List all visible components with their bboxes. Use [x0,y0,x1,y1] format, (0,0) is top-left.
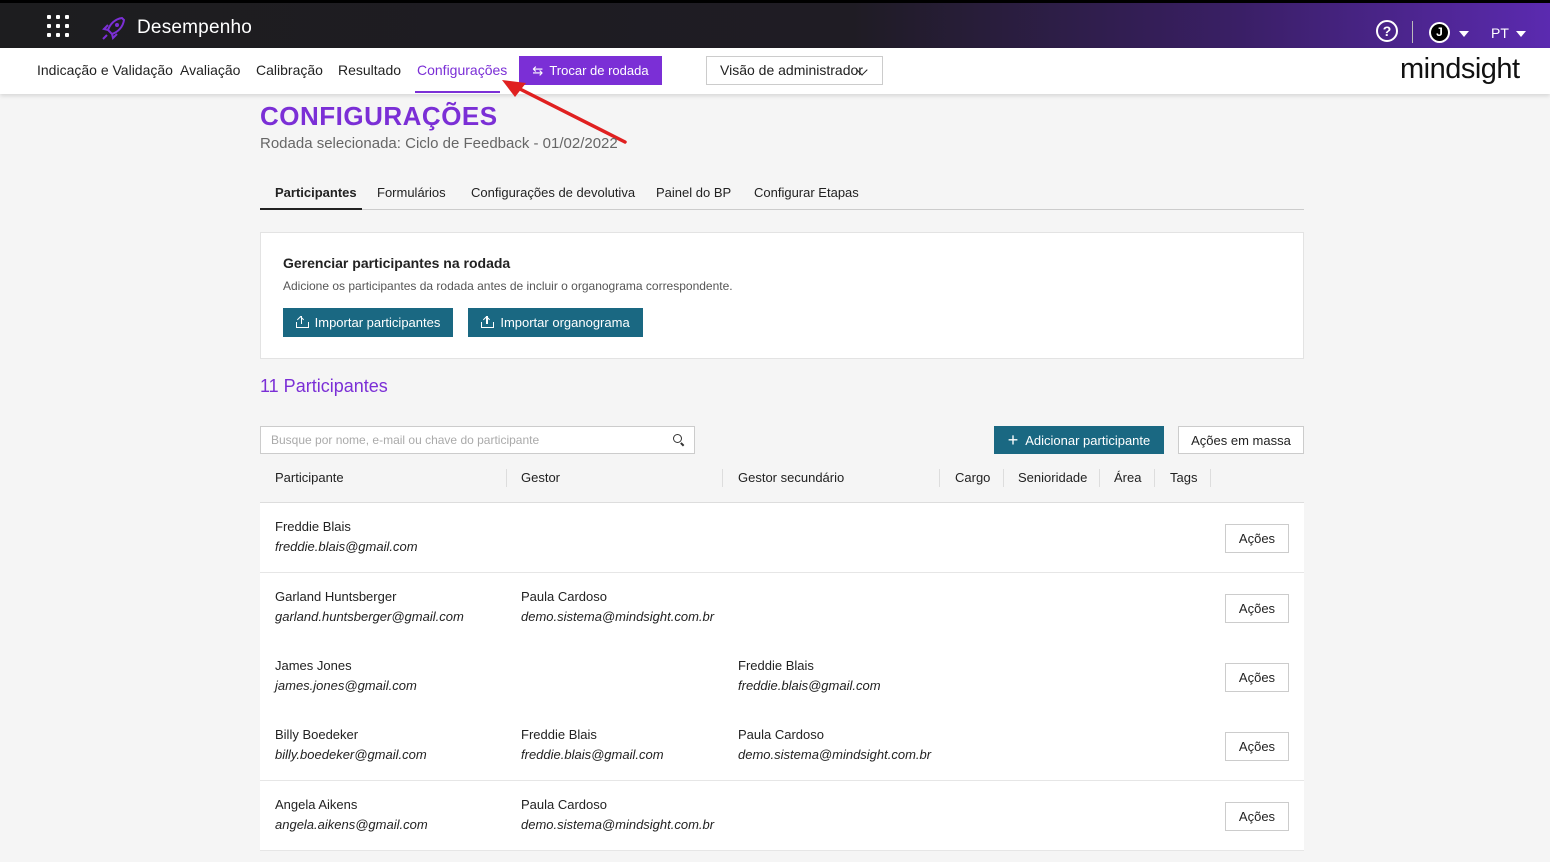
apps-grid-icon[interactable] [47,15,69,37]
participant-email: billy.boedeker@gmail.com [275,747,427,762]
column-divider [722,469,723,487]
secondary-manager-name: Freddie Blais [738,658,814,673]
row-actions-button[interactable]: Ações [1225,663,1289,692]
manager-name: Paula Cardoso [521,589,607,604]
nav-item-avaliacao[interactable]: Avaliação [180,62,240,78]
manage-participants-card: Gerenciar participantes na rodada Adicio… [260,232,1304,359]
manager-email: freddie.blais@gmail.com [521,747,664,762]
secondary-manager-email: demo.sistema@mindsight.com.br [738,747,932,762]
column-divider [1210,469,1211,487]
column-divider [1099,469,1100,487]
tab-active-indicator [260,208,362,210]
secondary-manager-email: freddie.blais@gmail.com [738,678,881,693]
column-senioridade[interactable]: Senioridade [1018,470,1087,485]
import-org-chart-button[interactable]: Importar organograma [468,308,643,337]
participant-email: angela.aikens@gmail.com [275,817,428,832]
language-selector[interactable]: PT [1491,25,1509,41]
column-participante[interactable]: Participante [275,470,344,485]
nav-active-indicator [415,91,500,93]
settings-tabs: Participantes Formulários Configurações … [260,176,1304,210]
table-row: Angela Aikens angela.aikens@gmail.com Pa… [260,781,1304,851]
tab-painel-bp[interactable]: Painel do BP [656,185,731,200]
row-actions-button[interactable]: Ações [1225,732,1289,761]
view-select[interactable]: Visão de administrador [706,56,883,85]
table-header: Participante Gestor Gestor secundário Ca… [260,462,1304,503]
participant-email: freddie.blais@gmail.com [275,539,418,554]
tab-formularios[interactable]: Formulários [377,185,446,200]
nav-item-indicacao[interactable]: Indicação e Validação [37,62,173,78]
search-input[interactable] [260,426,695,454]
participant-name: James Jones [275,658,352,673]
divider [1412,21,1413,43]
secondary-manager-name: Paula Cardoso [738,727,824,742]
row-actions-button[interactable]: Ações [1225,594,1289,623]
participant-name: Freddie Blais [275,519,351,534]
app-title: Desempenho [137,17,253,38]
manager-email: demo.sistema@mindsight.com.br [521,609,715,624]
participant-email: garland.huntsberger@gmail.com [275,609,464,624]
column-cargo[interactable]: Cargo [955,470,990,485]
table-row: Garland Huntsberger garland.huntsberger@… [260,573,1304,643]
column-divider [939,469,940,487]
main-nav: Indicação e Validação Avaliação Calibraç… [0,48,1550,94]
tab-etapas[interactable]: Configurar Etapas [754,185,859,200]
nav-item-configuracoes[interactable]: Configurações [417,62,507,78]
column-divider [506,469,507,487]
column-gestor-secundario[interactable]: Gestor secundário [738,470,844,485]
search-icon[interactable] [673,434,682,443]
table-row: Freddie Blais freddie.blais@gmail.com Aç… [260,503,1304,573]
participant-name: Garland Huntsberger [275,589,397,604]
rocket-icon [102,16,126,40]
column-gestor[interactable]: Gestor [521,470,560,485]
column-area[interactable]: Área [1114,470,1141,485]
card-subtitle: Adicione os participantes da rodada ante… [283,279,733,293]
top-bar: Desempenho ? J PT [0,0,1550,48]
import-participants-button[interactable]: Importar participantes [283,308,453,337]
tab-devolutiva[interactable]: Configurações de devolutiva [471,185,635,200]
language-caret-icon[interactable] [1516,31,1526,37]
card-title: Gerenciar participantes na rodada [283,255,511,271]
table-row: James Jones james.jones@gmail.com Freddi… [260,642,1304,712]
selected-round: Rodada selecionada: Ciclo de Feedback - … [260,135,618,152]
participants-count: 11 Participantes [260,376,388,396]
add-participant-button[interactable]: + Adicionar participante [994,426,1164,454]
bulk-actions-button[interactable]: Ações em massa [1178,426,1304,454]
participant-name: Billy Boedeker [275,727,359,742]
help-icon[interactable]: ? [1376,20,1398,42]
mindsight-logo: mindsight [1400,53,1520,85]
row-actions-button[interactable]: Ações [1225,524,1289,553]
participant-email: james.jones@gmail.com [275,678,417,693]
nav-item-calibracao[interactable]: Calibração [256,62,323,78]
column-tags[interactable]: Tags [1170,470,1197,485]
swap-icon: ⇆ [532,62,544,78]
plus-icon: + [1007,430,1019,450]
column-divider [1154,469,1155,487]
column-divider [1003,469,1004,487]
upload-icon [295,315,309,328]
upload-icon [481,315,495,328]
page-title: CONFIGURAÇÕES [260,101,498,131]
row-actions-button[interactable]: Ações [1225,802,1289,831]
tab-participantes[interactable]: Participantes [275,185,357,200]
manager-email: demo.sistema@mindsight.com.br [521,817,715,832]
manager-name: Paula Cardoso [521,797,607,812]
avatar[interactable]: J [1429,22,1450,43]
table-row: Billy Boedeker billy.boedeker@gmail.com … [260,711,1304,781]
participant-name: Angela Aikens [275,797,358,812]
avatar-caret-icon[interactable] [1459,31,1469,37]
manager-name: Freddie Blais [521,727,597,742]
nav-item-resultado[interactable]: Resultado [338,62,401,78]
